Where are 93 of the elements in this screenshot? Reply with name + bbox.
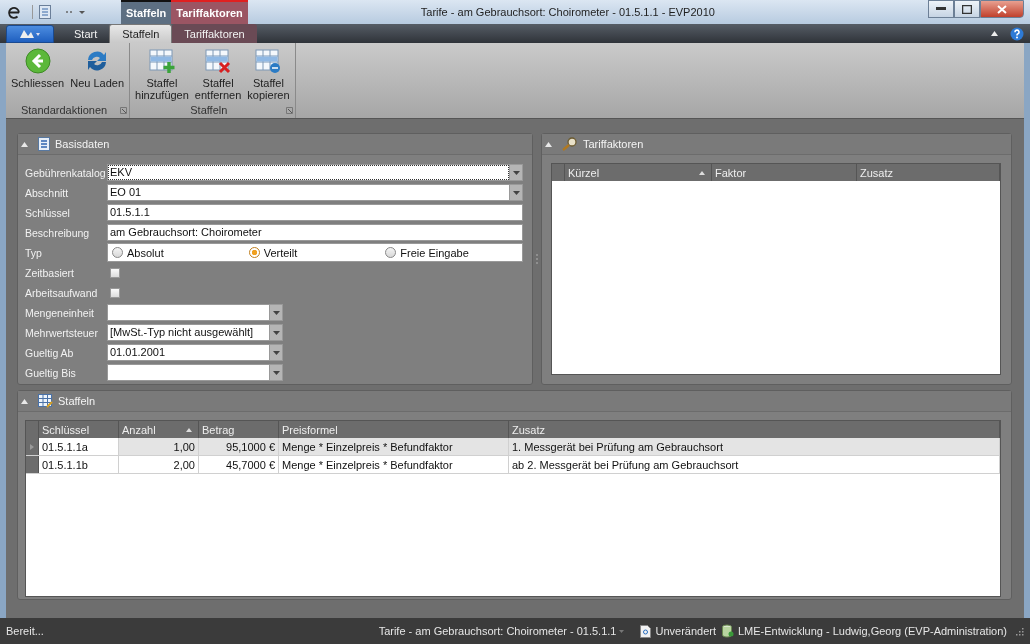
table-cell: 01.5.1.1b — [39, 456, 119, 473]
ribbon-button[interactable]: Staffel hinzufügen — [132, 48, 192, 101]
column-header[interactable]: Kürzel — [565, 164, 712, 181]
row-header-cell[interactable] — [26, 438, 39, 455]
table-copy-icon — [255, 48, 282, 74]
panel-title: Basisdaten — [55, 138, 110, 150]
field-label: Mengeneinheit — [25, 306, 95, 319]
text-field[interactable]: 01.5.1.1 — [107, 204, 523, 221]
current-row-icon — [30, 443, 34, 450]
collapse-ribbon-icon[interactable] — [991, 31, 998, 36]
close-button[interactable] — [980, 0, 1024, 18]
contextual-tab-header: Staffeln — [121, 0, 172, 24]
column-header[interactable]: Zusatz — [857, 164, 1000, 181]
minimize-icon — [936, 7, 946, 11]
caret-icon — [619, 629, 625, 633]
ribbon-tab[interactable]: Tariffaktoren — [172, 24, 257, 43]
connection-status-text: LME-Entwicklung - Ludwig,Georg (EVP-Administration) — [738, 625, 1007, 637]
ribbon-button[interactable]: Schliessen — [8, 48, 68, 89]
table-delete-icon — [205, 48, 232, 74]
table-cell: Menge * Einzelpreis * Befundfaktor — [279, 438, 509, 455]
collapse-icon[interactable] — [21, 141, 28, 147]
dropdown-field[interactable]: EO 01 — [107, 184, 523, 201]
field-label: Mehrwertsteuer — [25, 326, 99, 339]
app-menu-icon — [18, 28, 42, 40]
state-status-text: Unverändert — [655, 625, 716, 637]
field-label: Gueltig Ab — [25, 346, 75, 359]
table-row[interactable]: 01.5.1.1b 2,00 45,7000 € Menge * Einzelpreis * Befundfaktor ab 2. Messgerät bei Prüfung am Gebrauchsort — [26, 456, 1000, 474]
field-label: Abschnitt — [25, 186, 70, 199]
table-cell: 45,7000 € — [199, 456, 279, 473]
table-row[interactable]: 01.5.1.1a 1,00 95,1000 € Menge * Einzelpreis * Befundfaktor 1. Messgerät bei Prüfung am Gebrauchsort — [26, 438, 1000, 456]
field-label: Beschreibung — [25, 226, 91, 239]
radio-button[interactable] — [248, 247, 260, 258]
panel-title: Tariffaktoren — [583, 138, 644, 150]
window-title: Tarife - am Gebrauchsort: Choirometer - 01.5.1.1 - EVP2010 — [420, 6, 715, 18]
dropdown-field[interactable]: EKV — [107, 164, 523, 181]
document-status-text: Tarife - am Gebrauchsort: Choirometer - 01.5.1.1 — [378, 625, 617, 637]
ribbon-group-label: Staffeln — [189, 104, 229, 116]
app-logo-icon[interactable] — [6, 4, 22, 20]
table-cell: 2,00 — [119, 456, 199, 473]
maximize-icon — [962, 4, 972, 14]
column-header[interactable]: Faktor — [712, 164, 857, 181]
dropdown-field[interactable]: 01.01.2001 — [107, 344, 283, 361]
contextual-tab-header: Tariffaktoren — [171, 0, 248, 24]
field-label: Arbeitsaufwand — [25, 286, 99, 299]
help-icon[interactable] — [1010, 26, 1024, 41]
radio-option[interactable]: Freie Eingabe — [385, 246, 469, 259]
radio-button[interactable] — [385, 247, 397, 258]
table-cell: 01.5.1.1a — [39, 438, 119, 455]
quick-access-menu-icon[interactable] — [65, 8, 87, 16]
status-text: Bereit... — [6, 625, 44, 637]
table-cell: 1,00 — [119, 438, 199, 455]
minimize-button[interactable] — [928, 0, 954, 18]
application-menu-button[interactable] — [6, 25, 54, 43]
magnifier-icon — [562, 137, 578, 151]
resize-grip-icon[interactable] — [1015, 626, 1024, 636]
text-field[interactable]: am Gebrauchsort: Choirometer — [107, 224, 523, 241]
dropdown-field[interactable] — [107, 304, 283, 321]
dropdown-field[interactable] — [107, 364, 283, 381]
document-icon — [640, 624, 652, 638]
table-cell: Menge * Einzelpreis * Befundfaktor — [279, 456, 509, 473]
field-label: Zeitbasiert — [25, 266, 76, 279]
close-icon — [997, 4, 1007, 14]
table-add-icon — [148, 48, 175, 74]
checkbox[interactable] — [110, 267, 120, 278]
table-cell: 95,1000 € — [199, 438, 279, 455]
field-label: Typ — [25, 246, 43, 259]
table-cell: 1. Messgerät bei Prüfung am Gebrauchsort — [509, 438, 1000, 455]
field-label: Gueltig Bis — [25, 366, 77, 379]
dialog-launcher-icon[interactable] — [285, 106, 293, 114]
ribbon-button[interactable]: Staffel kopieren — [244, 48, 293, 101]
form-icon — [38, 137, 50, 151]
collapse-icon[interactable] — [21, 398, 28, 404]
ribbon-button[interactable]: Neu Laden — [67, 48, 128, 89]
ribbon-tab[interactable]: Start — [62, 24, 110, 43]
field-label: Gebührenkatalog — [25, 166, 107, 179]
document-icon[interactable] — [32, 5, 51, 19]
collapse-icon[interactable] — [545, 141, 552, 147]
checkbox[interactable] — [110, 287, 120, 298]
dropdown-field[interactable]: [MwSt.-Typ nicht ausgewählt] — [107, 324, 283, 341]
maximize-button[interactable] — [954, 0, 980, 18]
database-icon — [722, 624, 734, 638]
dialog-launcher-icon[interactable] — [120, 106, 128, 114]
ribbon-tab[interactable]: Staffeln — [109, 24, 173, 43]
ribbon-button[interactable]: Staffel entfernen — [191, 48, 245, 101]
row-header-cell[interactable] — [26, 456, 39, 473]
table-icon — [38, 394, 53, 408]
field-label: Schlüssel — [25, 206, 71, 219]
table-cell: ab 2. Messgerät bei Prüfung am Gebrauchsort — [509, 456, 1000, 473]
radio-button[interactable] — [112, 247, 123, 258]
radio-option[interactable]: Verteilt — [248, 246, 298, 259]
radio-option[interactable]: Absolut — [112, 246, 164, 259]
ribbon-group-label: Standardaktionen — [19, 104, 109, 116]
panel-title: Staffeln — [58, 395, 96, 407]
